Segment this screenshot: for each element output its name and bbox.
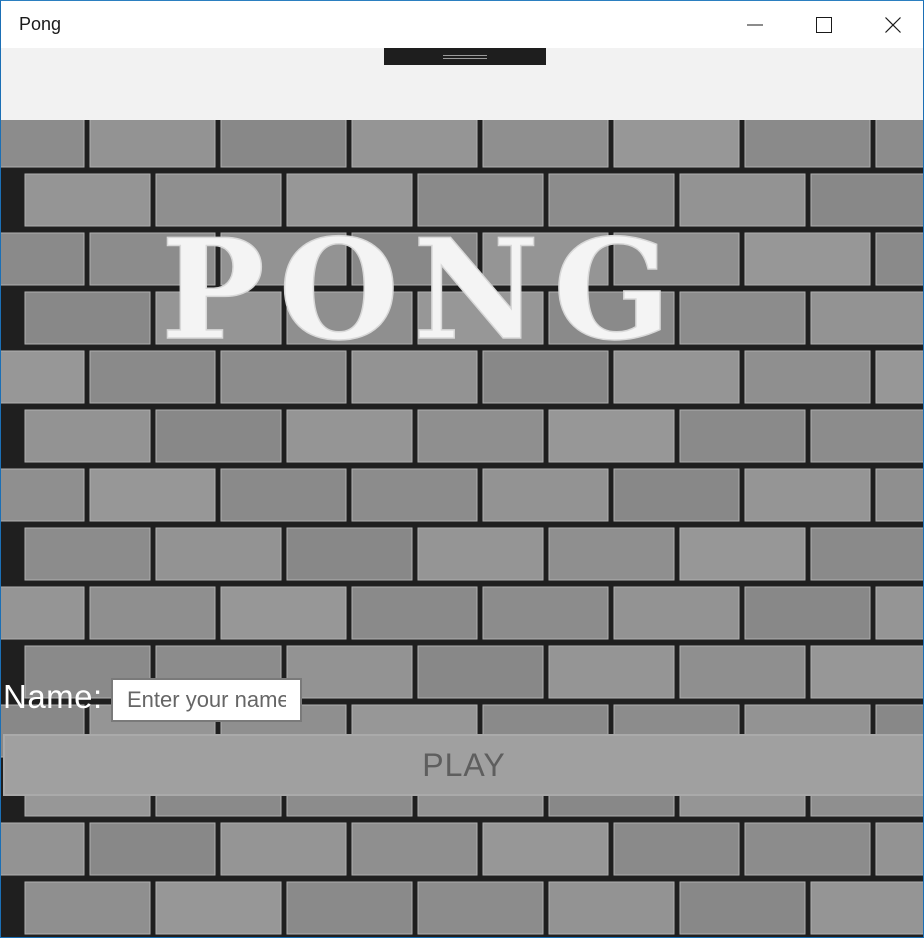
close-button[interactable]: [858, 1, 923, 48]
game-menu: PONG Name: PLAY: [1, 120, 923, 937]
handle-grip-line: [443, 58, 487, 59]
play-button[interactable]: PLAY: [3, 734, 923, 796]
window-title: Pong: [19, 14, 62, 34]
name-input[interactable]: [111, 678, 302, 722]
maximize-button[interactable]: [789, 1, 858, 48]
title-bar[interactable]: Pong: [1, 1, 923, 48]
handle-grip-line: [443, 55, 487, 56]
maximize-icon: [815, 16, 832, 33]
app-window: Pong PONG Name: PLAY: [0, 0, 924, 938]
minimize-icon: [746, 24, 763, 25]
name-label: Name:: [3, 678, 103, 715]
drag-handle[interactable]: [384, 48, 546, 65]
pong-logo-text: PONG: [161, 220, 685, 350]
minimize-button[interactable]: [720, 1, 789, 48]
pong-logo: PONG: [160, 220, 685, 350]
close-icon: [884, 16, 901, 33]
